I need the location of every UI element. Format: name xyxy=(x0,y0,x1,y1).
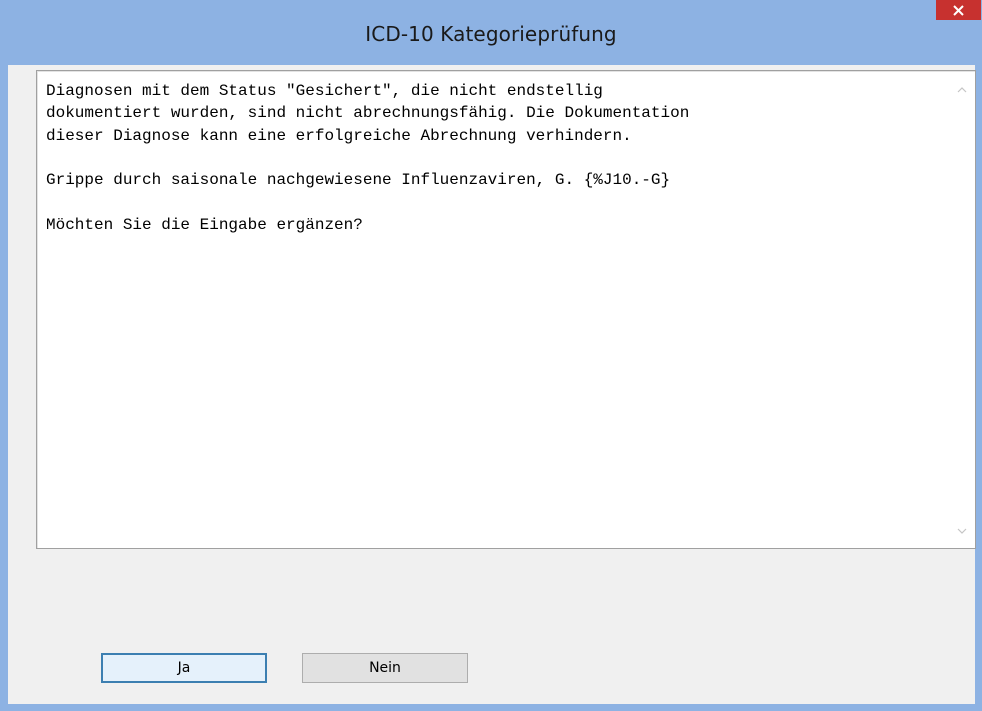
yes-button[interactable]: Ja xyxy=(101,653,267,683)
message-textbox[interactable]: Diagnosen mit dem Status "Gesichert", di… xyxy=(36,70,976,549)
close-button[interactable] xyxy=(936,0,981,20)
message-line: dieser Diagnose kann eine erfolgreiche A… xyxy=(46,126,632,145)
no-button[interactable]: Nein xyxy=(302,653,468,683)
message-line: Diagnosen mit dem Status "Gesichert", di… xyxy=(46,82,603,100)
question-line: Möchten Sie die Eingabe ergänzen? xyxy=(46,215,363,234)
diagnosis-line: Grippe durch saisonale nachgewiesene Inf… xyxy=(46,171,671,190)
chevron-up-icon xyxy=(957,87,967,93)
scroll-down-arrow[interactable] xyxy=(955,524,969,538)
window-title: ICD-10 Kategorieprüfung xyxy=(365,22,617,46)
title-bar[interactable]: ICD-10 Kategorieprüfung xyxy=(0,0,982,65)
close-icon xyxy=(953,5,964,16)
scroll-up-arrow[interactable] xyxy=(955,83,969,97)
message-text: Diagnosen mit dem Status "Gesichert", di… xyxy=(46,80,946,236)
dialog-window: ICD-10 Kategorieprüfung Diagnosen mit de… xyxy=(0,0,982,711)
dialog-body: Diagnosen mit dem Status "Gesichert", di… xyxy=(8,65,976,704)
message-line: dokumentiert wurden, sind nicht abrechnu… xyxy=(46,104,690,123)
chevron-down-icon xyxy=(957,528,967,534)
